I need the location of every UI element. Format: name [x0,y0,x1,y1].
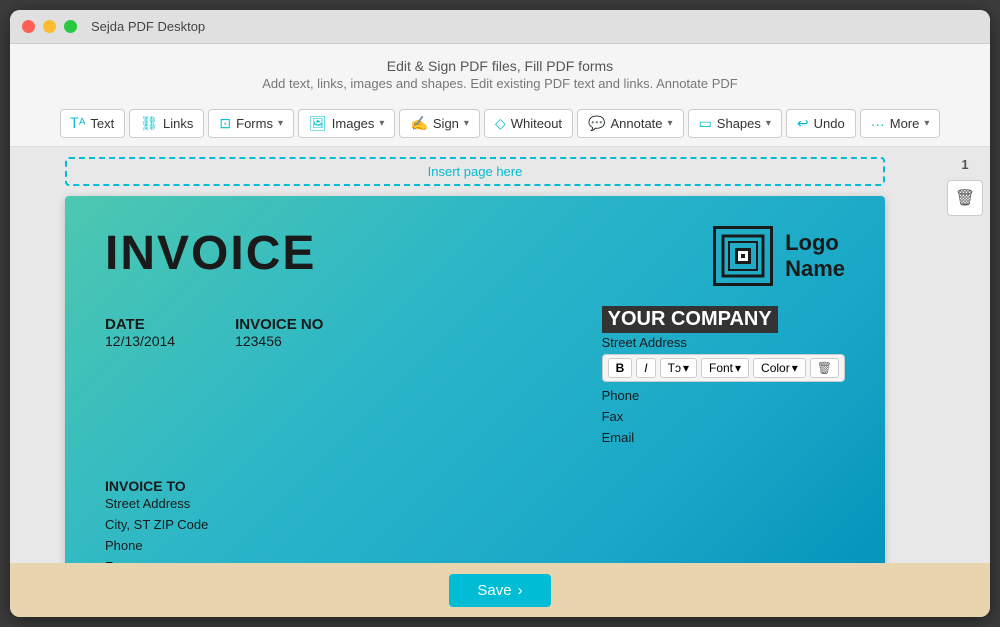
window-title: Sejda PDF Desktop [91,19,205,34]
sign-arrow: ▾ [464,118,469,129]
invoice-no-field: INVOICE NO 123456 [235,316,323,448]
invoice-to-section: INVOICE TO Street Address City, ST ZIP C… [105,478,845,563]
sign-icon: ✍ [410,115,427,132]
invoice-header-bg: INVOICE [65,196,885,563]
close-button[interactable] [22,20,35,33]
date-field: DATE 12/13/2014 [105,316,175,448]
company-address: Phone Fax Email [602,386,845,448]
date-value: 12/13/2014 [105,333,175,349]
images-button[interactable]: 🖼 Images ▾ [298,109,395,138]
toolbar: Ꭲᴬ Text ⛓ Links ⊡ Forms ▾ 🖼 Images ▾ ✍ S… [10,101,990,147]
main-area: Edit & Sign PDF files, Fill PDF forms Ad… [10,44,990,617]
company-name[interactable]: YOUR COMPANY [602,306,778,333]
text-button[interactable]: Ꭲᴬ Text [60,109,126,138]
date-label: DATE [105,316,175,333]
images-arrow: ▾ [379,118,384,129]
delete-text-button[interactable]: 🗑 [810,358,839,378]
more-icon: ··· [871,116,885,132]
pdf-scroll-area[interactable]: Insert page here INVOICE [10,147,940,563]
links-button[interactable]: ⛓ Links [129,109,204,138]
bottom-bar: Save › [10,563,990,617]
text-icon: Ꭲᴬ [71,115,86,132]
pdf-page: INVOICE [65,196,885,563]
forms-button[interactable]: ⊡ Forms ▾ [208,109,294,138]
whiteout-button[interactable]: ◇ Whiteout [484,109,573,138]
page-number: 1 [961,157,968,172]
logo-icon [713,226,773,286]
street-address-label: Street Address [602,335,845,350]
undo-button[interactable]: ↩ Undo [786,109,856,138]
font-arrow: ▾ [735,361,741,375]
content-area: Insert page here INVOICE [10,147,990,563]
insert-page-bar[interactable]: Insert page here [65,157,885,186]
invoice-title: INVOICE [105,226,316,281]
invoice-no-value: 123456 [235,333,282,349]
logo-area: Logo Name [713,226,845,286]
more-arrow: ▾ [924,118,929,129]
font-label: Font [709,361,733,375]
italic-button[interactable]: I [636,358,655,378]
sign-button[interactable]: ✍ Sign ▾ [399,109,480,138]
shapes-button[interactable]: ▭ Shapes ▾ [688,109,782,138]
forms-arrow: ▾ [278,118,283,129]
shapes-icon: ▭ [699,115,712,132]
bold-button[interactable]: B [608,358,633,378]
font-button[interactable]: Font ▾ [701,358,749,378]
forms-icon: ⊡ [219,115,231,132]
annotate-icon: 💬 [588,115,605,132]
color-button[interactable]: Color ▾ [753,358,806,378]
logo-svg [718,231,768,281]
invoice-to-phone: Phone [105,536,845,557]
annotate-button[interactable]: 💬 Annotate ▾ [577,109,684,138]
header-section: Edit & Sign PDF files, Fill PDF forms Ad… [10,44,990,101]
size-button[interactable]: Tↄ ▾ [660,358,697,378]
save-label: Save [477,582,511,599]
minimize-button[interactable] [43,20,56,33]
annotate-arrow: ▾ [668,118,673,129]
maximize-button[interactable] [64,20,77,33]
app-window: Sejda PDF Desktop Edit & Sign PDF files,… [10,10,990,617]
size-arrow: ▾ [683,361,689,375]
color-label: Color [761,361,790,375]
save-arrow-icon: › [518,582,523,599]
fax-line: Fax [602,407,845,428]
invoice-to-city: City, ST ZIP Code [105,515,845,536]
invoice-to-label: INVOICE TO [105,478,845,494]
invoice-no-label: INVOICE NO [235,316,323,333]
sidebar-right: 1 🗑 [940,147,990,563]
links-icon: ⛓ [140,115,158,132]
header-subtitle: Add text, links, images and shapes. Edit… [10,76,990,91]
invoice-info-row: DATE 12/13/2014 INVOICE NO 123456 YOUR C… [105,316,845,448]
undo-icon: ↩ [797,115,809,132]
text-format-toolbar: B I Tↄ ▾ Font ▾ [602,354,845,382]
images-icon: 🖼 [309,115,327,132]
whiteout-icon: ◇ [495,115,506,132]
invoice-top-row: INVOICE [105,226,845,286]
title-bar: Sejda PDF Desktop [10,10,990,44]
shapes-arrow: ▾ [766,118,771,129]
color-arrow: ▾ [792,361,798,375]
delete-page-button[interactable]: 🗑 [947,180,983,216]
invoice-to-address: Street Address [105,494,845,515]
save-button[interactable]: Save › [449,574,550,607]
logo-name: Logo Name [785,230,845,283]
header-title: Edit & Sign PDF files, Fill PDF forms [10,58,990,74]
company-section: YOUR COMPANY Street Address B I Tↄ ▾ [602,306,845,448]
size-label: Tↄ [668,361,681,375]
phone-line: Phone [602,386,845,407]
email-line: Email [602,428,845,449]
more-button[interactable]: ··· More ▾ [860,109,941,138]
